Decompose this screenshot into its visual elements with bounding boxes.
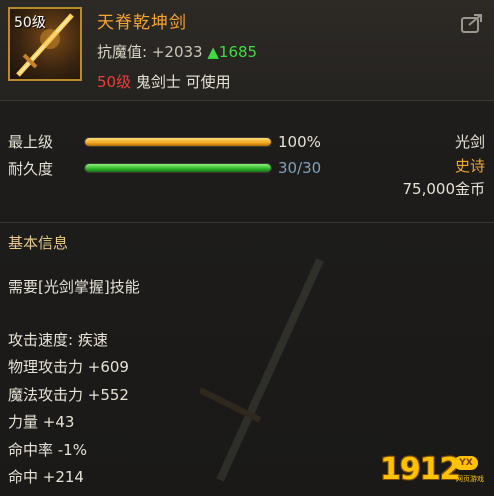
background-sword-icon [200, 258, 324, 482]
required-class: 鬼剑士 可使用 [135, 73, 231, 91]
site-logo: 1912 YX 网页游戏 [380, 452, 488, 492]
share-icon[interactable] [460, 12, 484, 34]
required-level: 50级 [97, 73, 132, 91]
stat-line-hit-rate: 命中率 -1% [8, 441, 87, 459]
upgrade-bar-fill [85, 138, 271, 146]
item-header: 50级 天脊乾坤剑 抗魔值: +2033 ▲1685 50级 鬼剑士 可使用 [0, 0, 494, 101]
stat-line-physical-attack: 物理攻击力 +609 [8, 358, 129, 376]
skill-requirement: 需要[光剑掌握]技能 [8, 278, 140, 296]
item-tooltip: 50级 天脊乾坤剑 抗魔值: +2033 ▲1685 50级 鬼剑士 可使用 最… [0, 0, 494, 496]
durability-bar [84, 163, 272, 173]
upgrade-value: 100% [278, 133, 321, 151]
durability-value: 30/30 [278, 159, 322, 177]
upgrade-label: 最上级 [8, 133, 54, 151]
magic-resist-increase: ▲1685 [207, 43, 258, 61]
stat-line-accuracy: 命中 +214 [8, 468, 84, 486]
logo-badge: YX [454, 456, 478, 470]
stat-line-strength: 力量 +43 [8, 413, 75, 431]
stat-line-magic-attack: 魔法攻击力 +552 [8, 386, 129, 404]
magic-resist-base: +2033 [151, 43, 203, 61]
rarity: 史诗 [454, 157, 485, 175]
basic-info-title: 基本信息 [8, 234, 69, 252]
logo-text: 1912 [380, 452, 460, 487]
divider [0, 222, 494, 223]
requirement-line: 50级 鬼剑士 可使用 [97, 71, 231, 92]
stat-line-attack-speed: 攻击速度: 疾速 [8, 331, 108, 349]
durability-bar-fill [85, 164, 271, 172]
magic-resist-line: 抗魔值: +2033 ▲1685 [97, 41, 257, 62]
item-level-badge: 50级 [14, 15, 46, 31]
magic-resist-label: 抗魔值: [97, 43, 148, 61]
logo-subtitle: 网页游戏 [456, 475, 484, 483]
durability-label: 耐久度 [8, 160, 54, 178]
item-icon[interactable]: 50级 [8, 7, 82, 81]
price: 75,000金币 [402, 180, 486, 198]
item-name: 天脊乾坤剑 [97, 13, 187, 33]
weapon-type: 光剑 [454, 133, 485, 151]
upgrade-bar [84, 137, 272, 147]
